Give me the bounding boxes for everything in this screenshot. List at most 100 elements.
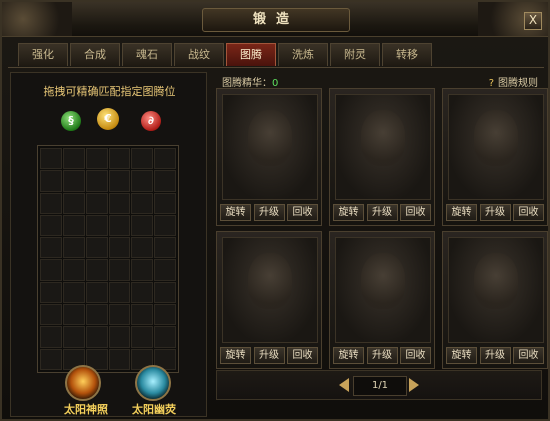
- inventory-cell[interactable]: [40, 237, 62, 259]
- inventory-cell[interactable]: [154, 237, 176, 259]
- next-page-arrow-icon[interactable]: [409, 378, 419, 392]
- recycle-button[interactable]: 回收: [287, 347, 318, 364]
- recycle-button[interactable]: 回收: [513, 204, 544, 221]
- inventory-cell[interactable]: [108, 170, 131, 192]
- green-gem-icon[interactable]: §: [61, 111, 81, 131]
- totem-slot[interactable]: 旋转 升级 回收: [329, 88, 435, 226]
- title-bar[interactable]: 锻造 X: [2, 2, 548, 37]
- tab-totem[interactable]: 图腾: [226, 43, 276, 66]
- upgrade-button[interactable]: 升级: [366, 347, 398, 364]
- inventory-cell[interactable]: [154, 326, 176, 348]
- inventory-cell[interactable]: [108, 304, 131, 326]
- inventory-cell[interactable]: [154, 170, 176, 192]
- recycle-button[interactable]: 回收: [287, 204, 318, 221]
- inventory-cell[interactable]: [62, 326, 85, 348]
- inventory-cell[interactable]: [131, 214, 154, 237]
- inventory-cell[interactable]: [40, 192, 62, 214]
- inventory-cell[interactable]: [85, 304, 108, 326]
- inventory-cell[interactable]: [154, 214, 176, 237]
- inventory-cell[interactable]: [131, 192, 154, 214]
- inventory-cell[interactable]: [62, 170, 85, 192]
- inventory-cell[interactable]: [40, 148, 62, 170]
- inventory-cell[interactable]: [85, 259, 108, 281]
- rotate-button[interactable]: 旋转: [446, 347, 477, 364]
- inventory-cell[interactable]: [131, 326, 154, 348]
- prev-page-arrow-icon[interactable]: [339, 378, 349, 392]
- inventory-cell[interactable]: [40, 304, 62, 326]
- inventory-cell[interactable]: [108, 281, 131, 304]
- inventory-cell[interactable]: [62, 237, 85, 259]
- inventory-cell[interactable]: [154, 148, 176, 170]
- totem-slot[interactable]: 旋转 升级 回收: [442, 88, 548, 226]
- rotate-button[interactable]: 旋转: [220, 204, 251, 221]
- red-gem-icon[interactable]: ∂: [141, 111, 161, 131]
- inventory-cell[interactable]: [108, 192, 131, 214]
- rotate-button[interactable]: 旋转: [446, 204, 477, 221]
- inventory-cell[interactable]: [154, 192, 176, 214]
- inventory-cell[interactable]: [131, 237, 154, 259]
- inventory-cell[interactable]: [85, 148, 108, 170]
- upgrade-button[interactable]: 升级: [479, 347, 511, 364]
- inventory-cell[interactable]: [62, 304, 85, 326]
- rotate-button[interactable]: 旋转: [220, 347, 251, 364]
- inventory-cell[interactable]: [62, 259, 85, 281]
- inventory-cell[interactable]: [131, 281, 154, 304]
- inventory-cell[interactable]: [40, 214, 62, 237]
- upgrade-button[interactable]: 升级: [253, 204, 285, 221]
- inventory-cell[interactable]: [108, 148, 131, 170]
- recycle-button[interactable]: 回收: [513, 347, 544, 364]
- recycle-button[interactable]: 回收: [400, 204, 431, 221]
- inventory-cell[interactable]: [154, 304, 176, 326]
- inventory-cell[interactable]: [62, 148, 85, 170]
- recycle-button[interactable]: 回收: [400, 347, 431, 364]
- totem-slot-frame: [448, 94, 544, 200]
- inventory-cell[interactable]: [40, 259, 62, 281]
- yellow-gem-icon[interactable]: €: [97, 108, 119, 130]
- inventory-cell[interactable]: [85, 170, 108, 192]
- tab-soulstone[interactable]: 魂石: [122, 43, 172, 66]
- inventory-cell[interactable]: [108, 237, 131, 259]
- tab-strengthen[interactable]: 强化: [18, 43, 68, 66]
- inventory-cell[interactable]: [154, 259, 176, 281]
- inventory-cell[interactable]: [62, 192, 85, 214]
- inventory-cell[interactable]: [40, 326, 62, 348]
- sun-orb-icon[interactable]: [65, 365, 101, 401]
- inventory-cell[interactable]: [62, 281, 85, 304]
- inventory-cell[interactable]: [131, 170, 154, 192]
- inventory-cell[interactable]: [40, 170, 62, 192]
- inventory-cell[interactable]: [131, 259, 154, 281]
- inventory-cell[interactable]: [108, 259, 131, 281]
- tab-transfer[interactable]: 转移: [382, 43, 432, 66]
- rotate-button[interactable]: 旋转: [333, 347, 364, 364]
- inventory-cell[interactable]: [85, 281, 108, 304]
- inventory-cell[interactable]: [154, 281, 176, 304]
- inventory-cell[interactable]: [40, 281, 62, 304]
- upgrade-button[interactable]: 升级: [253, 347, 285, 364]
- tab-synthesize[interactable]: 合成: [70, 43, 120, 66]
- inventory-cell[interactable]: [85, 326, 108, 348]
- tab-battle-pattern[interactable]: 战纹: [174, 43, 224, 66]
- inventory-cell[interactable]: [108, 348, 131, 370]
- inventory-cell[interactable]: [85, 214, 108, 237]
- inventory-cell[interactable]: [85, 237, 108, 259]
- totem-slot[interactable]: 旋转 升级 回收: [442, 231, 548, 369]
- inventory-cell[interactable]: [131, 304, 154, 326]
- moon-orb-icon[interactable]: [135, 365, 171, 401]
- totem-rules-link[interactable]: ? 图腾规则: [489, 74, 538, 89]
- totem-slot[interactable]: 旋转 升级 回收: [216, 88, 322, 226]
- totem-slot[interactable]: 旋转 升级 回收: [329, 231, 435, 369]
- upgrade-button[interactable]: 升级: [366, 204, 398, 221]
- tab-enchant[interactable]: 附灵: [330, 43, 380, 66]
- tab-refine[interactable]: 洗炼: [278, 43, 328, 66]
- inventory-cell[interactable]: [108, 214, 131, 237]
- inventory-cell[interactable]: [62, 214, 85, 237]
- inventory-cell[interactable]: [85, 192, 108, 214]
- inventory-cell[interactable]: [131, 148, 154, 170]
- rotate-button[interactable]: 旋转: [333, 204, 364, 221]
- totem-slot[interactable]: 旋转 升级 回收: [216, 231, 322, 369]
- moon-orb-label: 太阳幽荧: [132, 403, 176, 416]
- inventory-cell[interactable]: [40, 348, 62, 370]
- inventory-cell[interactable]: [108, 326, 131, 348]
- close-button[interactable]: X: [524, 12, 542, 30]
- upgrade-button[interactable]: 升级: [479, 204, 511, 221]
